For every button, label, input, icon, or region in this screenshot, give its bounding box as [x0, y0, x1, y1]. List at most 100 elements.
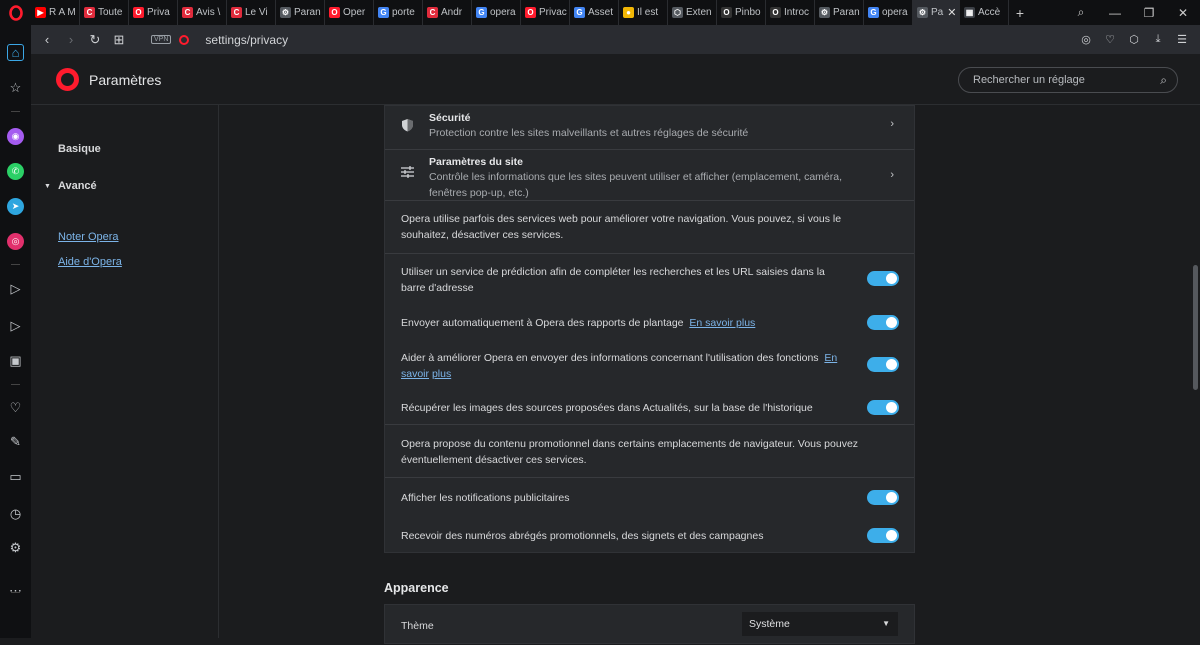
home-icon[interactable]: ⌂	[7, 44, 24, 61]
ad-notifications-label: Afficher les notifications publicitaires	[401, 492, 570, 504]
sidebar-divider	[11, 384, 20, 385]
ad-notifications-row: Afficher les notifications publicitaires	[385, 478, 914, 516]
site-settings-desc: Contrôle les informations que les sites …	[429, 171, 843, 199]
nav-advanced-label: Avancé	[57, 180, 97, 192]
bookmarks-heart-icon[interactable]: ♡	[7, 399, 24, 416]
ad-notifications-toggle[interactable]	[867, 490, 899, 505]
tab-search-icon[interactable]: ⌕	[1064, 5, 1098, 20]
tab-overview-icon[interactable]: ⊞	[107, 32, 131, 48]
appearance-card: Thème Système ▼	[384, 604, 915, 644]
download-icon[interactable]: ⤓	[1146, 33, 1170, 46]
instagram-icon[interactable]: ◎	[7, 233, 24, 250]
tab[interactable]: O Pinbo	[717, 0, 766, 25]
learn-more-link[interactable]: En savoir plus	[689, 317, 755, 329]
tab[interactable]: C Avis \	[178, 0, 227, 25]
history-icon[interactable]: ◷	[7, 505, 24, 522]
tab-label: Il est	[637, 7, 659, 18]
tab-favicon-icon: O	[329, 7, 340, 18]
tab[interactable]: O Priva	[129, 0, 178, 25]
display-icon[interactable]: ▭	[7, 468, 24, 485]
tab-favicon-icon: ▶	[35, 7, 46, 18]
news-images-toggle[interactable]	[867, 400, 899, 415]
opera-logo-icon	[56, 68, 79, 91]
tab-label: Toute	[98, 7, 123, 18]
new-tab-button[interactable]: +	[1009, 5, 1031, 21]
tab[interactable]: C Toute	[80, 0, 129, 25]
menu-icon[interactable]: ☰	[1170, 33, 1194, 46]
tab-active[interactable]: ⚙ Pa ✕	[913, 0, 960, 25]
tab-favicon-icon: C	[427, 7, 438, 18]
heart-icon[interactable]: ♡	[1098, 33, 1122, 46]
prediction-label: Utiliser un service de prédiction afin d…	[401, 266, 825, 294]
security-row[interactable]: Sécurité Protection contre les sites mal…	[385, 106, 914, 150]
tab-label: Paran	[833, 7, 860, 18]
promo-speed-dials-toggle[interactable]	[867, 528, 899, 543]
learn-more-link-cont[interactable]: plus	[432, 368, 451, 380]
news-images-row: Récupérer les images des sources proposé…	[385, 390, 914, 425]
tab[interactable]: O Oper	[325, 0, 374, 25]
tab[interactable]: ⚙ Paran	[815, 0, 864, 25]
more-icon[interactable]: ⋯	[7, 582, 24, 599]
minimize-button[interactable]: —	[1098, 6, 1132, 20]
close-window-button[interactable]: ✕	[1166, 6, 1200, 20]
camera-icon[interactable]: ◎	[1074, 33, 1098, 46]
wallet-icon[interactable]: ▣	[7, 352, 24, 369]
reload-button[interactable]: ↻	[83, 32, 107, 48]
tab[interactable]: C Andr	[423, 0, 472, 25]
extensions-icon[interactable]: ⬡	[1122, 33, 1146, 46]
back-button[interactable]: ‹	[35, 32, 59, 47]
tab[interactable]: ▶ R A M	[31, 0, 80, 25]
tab[interactable]: O Privac	[521, 0, 570, 25]
tab[interactable]: O Introc	[766, 0, 815, 25]
crash-reports-label: Envoyer automatiquement à Opera des rapp…	[401, 317, 684, 329]
forward-button[interactable]: ›	[59, 32, 83, 47]
opera-menu-button[interactable]	[0, 0, 31, 25]
tab-favicon-icon: G	[476, 7, 487, 18]
messenger-icon[interactable]: ◉	[7, 128, 24, 145]
settings-icon[interactable]: ⚙	[7, 539, 24, 556]
settings-main: Sécurité Protection contre les sites mal…	[219, 105, 1200, 644]
tab-favicon-icon: ⚙	[819, 7, 830, 18]
nav-basic[interactable]: Basique	[58, 143, 101, 155]
whatsapp-icon[interactable]: ✆	[7, 163, 24, 180]
tab[interactable]: Gopera	[864, 0, 913, 25]
site-settings-row[interactable]: Paramètres du site Contrôle les informat…	[385, 150, 914, 201]
crash-reports-text: Envoyer automatiquement à Opera des rapp…	[401, 315, 755, 331]
web-services-text: Opera utilise parfois des services web p…	[401, 213, 842, 241]
opera-site-icon	[179, 34, 190, 45]
send-icon[interactable]: ▷	[7, 317, 24, 334]
url-field[interactable]: settings/privacy	[205, 33, 288, 47]
page-title: Paramètres	[89, 72, 162, 88]
restore-button[interactable]: ❐	[1132, 6, 1166, 20]
tab-label: porte	[392, 7, 415, 18]
tab-extensions[interactable]: ▦ Accè	[960, 0, 1009, 25]
settings-search-input[interactable]: Rechercher un réglage ⌕	[958, 67, 1178, 93]
player-icon[interactable]: ▷	[7, 280, 24, 297]
crash-reports-row: Envoyer automatiquement à Opera des rapp…	[385, 304, 914, 340]
tab[interactable]: ⚙ Paran	[276, 0, 325, 25]
tab[interactable]: G Asset	[570, 0, 619, 25]
close-tab-icon[interactable]: ✕	[947, 6, 956, 19]
tab[interactable]: ⬡ Exten	[668, 0, 717, 25]
tab-favicon-icon: ●	[623, 7, 634, 18]
vpn-badge[interactable]: VPN	[151, 35, 172, 44]
tab-favicon-icon: G	[378, 7, 389, 18]
promo-info: Opera propose du contenu promotionnel da…	[385, 425, 914, 478]
rate-opera-link[interactable]: Noter Opera	[58, 231, 119, 243]
scrollbar-thumb[interactable]	[1193, 265, 1198, 390]
speed-dial-star-icon[interactable]: ☆	[7, 79, 24, 96]
tab-favicon-icon: G	[868, 7, 879, 18]
opera-help-link[interactable]: Aide d'Opera	[58, 256, 122, 268]
security-title: Sécurité	[429, 112, 471, 124]
notes-icon[interactable]: ✎	[7, 433, 24, 450]
prediction-toggle[interactable]	[867, 271, 899, 286]
nav-advanced[interactable]: ▼ Avancé	[44, 180, 97, 192]
tab[interactable]: C Le Vi	[227, 0, 276, 25]
theme-select[interactable]: Système ▼	[742, 612, 898, 636]
crash-reports-toggle[interactable]	[867, 315, 899, 330]
usage-info-toggle[interactable]	[867, 357, 899, 372]
tab[interactable]: Gopera	[472, 0, 521, 25]
tab[interactable]: Gporte	[374, 0, 423, 25]
tab[interactable]: ● Il est	[619, 0, 668, 25]
telegram-icon[interactable]: ➤	[7, 198, 24, 215]
